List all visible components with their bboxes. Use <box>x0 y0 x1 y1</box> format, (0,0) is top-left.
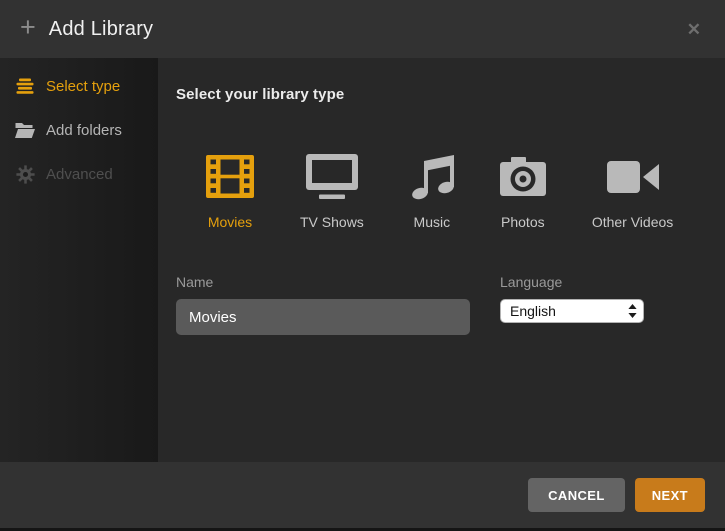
sidebar: Select type Add folders <box>0 58 158 462</box>
close-button[interactable]: ✕ <box>683 17 705 42</box>
dialog-header: + Add Library ✕ <box>0 0 725 58</box>
cancel-button[interactable]: CANCEL <box>528 478 625 512</box>
next-button[interactable]: NEXT <box>635 478 705 512</box>
plus-icon: + <box>20 14 36 41</box>
library-type-other-videos[interactable]: Other Videos <box>592 153 673 230</box>
folder-icon <box>15 122 35 138</box>
sidebar-item-label: Advanced <box>46 166 113 183</box>
name-field-label: Name <box>176 274 470 290</box>
dialog-title: Add Library <box>49 18 153 41</box>
library-type-label: Other Videos <box>592 214 673 230</box>
language-select[interactable]: English <box>500 299 644 323</box>
library-type-label: Music <box>414 214 451 230</box>
library-type-label: TV Shows <box>300 214 364 230</box>
sidebar-item-select-type[interactable]: Select type <box>0 64 158 108</box>
library-type-label: Movies <box>208 214 252 230</box>
fields-row: Name Language English <box>176 274 705 335</box>
add-library-dialog: + Add Library ✕ Se <box>0 0 725 531</box>
sidebar-item-add-folders[interactable]: Add folders <box>0 108 158 152</box>
library-type-row: Movies TV Shows <box>206 153 705 230</box>
library-type-movies[interactable]: Movies <box>206 153 254 230</box>
gear-icon <box>15 165 35 184</box>
language-field-label: Language <box>500 274 644 290</box>
music-note-icon <box>410 153 454 200</box>
dialog-footer: CANCEL NEXT <box>0 462 725 528</box>
name-input[interactable] <box>176 299 470 335</box>
camera-icon <box>500 153 546 200</box>
content-panel: Select your library type <box>158 58 725 462</box>
close-icon: ✕ <box>687 20 701 39</box>
list-lines-icon <box>15 78 35 94</box>
library-type-label: Photos <box>501 214 545 230</box>
sidebar-item-label: Select type <box>46 78 120 95</box>
dialog-body: Select type Add folders <box>0 58 725 462</box>
sidebar-item-advanced: Advanced <box>0 152 158 196</box>
language-field-block: Language English <box>500 274 644 335</box>
video-camera-icon <box>607 153 659 200</box>
library-type-music[interactable]: Music <box>410 153 454 230</box>
library-type-tv-shows[interactable]: TV Shows <box>300 153 364 230</box>
name-field-block: Name <box>176 274 470 335</box>
sidebar-item-label: Add folders <box>46 122 122 139</box>
tv-icon <box>306 153 358 200</box>
content-heading: Select your library type <box>176 86 705 103</box>
library-type-photos[interactable]: Photos <box>500 153 546 230</box>
film-strip-icon <box>206 153 254 200</box>
